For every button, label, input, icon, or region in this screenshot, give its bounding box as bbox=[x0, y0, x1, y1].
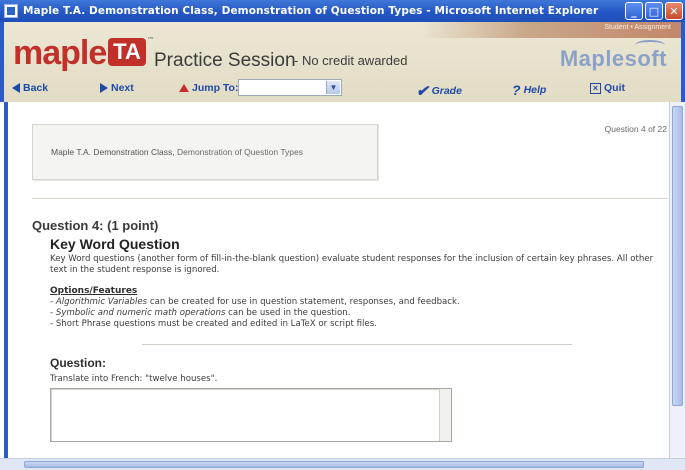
jump-to-select[interactable]: ▼ bbox=[238, 79, 342, 96]
option-text: can be used in the question. bbox=[225, 308, 351, 318]
back-button[interactable]: Back bbox=[12, 82, 48, 94]
question-counter: Question 4 of 22 bbox=[604, 124, 667, 134]
question-description: Key Word questions (another form of fill… bbox=[50, 254, 654, 275]
maple-ta-header: Student • Assignment maple TA ™ Practice… bbox=[0, 22, 685, 102]
back-arrow-icon bbox=[12, 83, 20, 93]
option-text: Short Phrase questions must be created a… bbox=[55, 319, 377, 329]
internet-explorer-icon bbox=[4, 4, 18, 18]
maplesoft-logo: Maplesoft bbox=[559, 40, 667, 71]
assignment-name: Demonstration of Question Types bbox=[177, 147, 303, 157]
banner-text: Maple T.A. Demonstration Class, Demonstr… bbox=[51, 147, 303, 157]
ta-logo-badge: TA bbox=[108, 38, 146, 66]
next-arrow-icon bbox=[100, 83, 108, 93]
divider bbox=[142, 344, 572, 345]
jump-to-label: Jump To: bbox=[179, 82, 238, 94]
session-title: Practice Session bbox=[154, 50, 296, 71]
close-box-icon: × bbox=[590, 82, 601, 94]
jump-arrow-icon bbox=[179, 84, 189, 92]
option-emphasis: Symbolic and numeric math operations bbox=[55, 308, 226, 318]
session-subtitle: - No credit awarded bbox=[294, 53, 408, 68]
grade-label: Grade bbox=[431, 85, 462, 97]
list-item: - Short Phrase questions must be created… bbox=[50, 319, 377, 329]
stripe-text: Student • Assignment bbox=[604, 24, 671, 31]
next-label: Next bbox=[111, 82, 134, 94]
next-button[interactable]: Next bbox=[100, 82, 134, 94]
checkmark-icon: ✔ bbox=[416, 83, 429, 100]
chevron-down-icon[interactable]: ▼ bbox=[326, 81, 340, 94]
answer-textarea[interactable] bbox=[50, 388, 452, 442]
question-heading: Question 4: (1 point) bbox=[32, 218, 159, 233]
window-title-bar[interactable]: Maple T.A. Demonstration Class, Demonstr… bbox=[0, 0, 685, 22]
options-list: - Algorithmic Variables can be created f… bbox=[50, 297, 460, 330]
jump-to-text: Jump To: bbox=[192, 82, 239, 94]
list-item: - Algorithmic Variables can be created f… bbox=[50, 297, 460, 307]
question-label: Question: bbox=[50, 356, 106, 370]
question-prompt: Translate into French: "twelve houses". bbox=[50, 374, 218, 384]
help-button[interactable]: ? Help bbox=[512, 82, 546, 98]
list-item: - Symbolic and numeric math operations c… bbox=[50, 308, 351, 318]
window-title: Maple T.A. Demonstration Class, Demonstr… bbox=[23, 5, 599, 17]
grade-button[interactable]: ✔ Grade bbox=[416, 82, 462, 100]
options-features-title: Options/Features bbox=[50, 286, 138, 296]
quit-label: Quit bbox=[604, 82, 625, 94]
class-banner: Maple T.A. Demonstration Class, Demonstr… bbox=[32, 124, 378, 180]
class-name: Maple T.A. Demonstration Class, bbox=[51, 147, 175, 157]
close-button[interactable]: ✕ bbox=[665, 2, 683, 20]
textarea-scrollbar[interactable] bbox=[439, 389, 451, 441]
page-content: Maple T.A. Demonstration Class, Demonstr… bbox=[4, 102, 669, 458]
help-label: Help bbox=[523, 84, 547, 96]
quit-button[interactable]: × Quit bbox=[590, 82, 625, 94]
horizontal-scroll-thumb[interactable] bbox=[24, 461, 644, 468]
option-text: can be created for use in question state… bbox=[147, 297, 460, 307]
divider bbox=[32, 198, 668, 199]
trademark-symbol: ™ bbox=[147, 36, 154, 44]
horizontal-scrollbar[interactable] bbox=[0, 458, 685, 470]
vertical-scroll-thumb[interactable] bbox=[672, 106, 683, 406]
maple-logo-text: maple bbox=[13, 34, 107, 72]
vertical-scrollbar[interactable] bbox=[669, 102, 685, 458]
maximize-button[interactable]: □ bbox=[645, 2, 663, 20]
minimize-button[interactable]: _ bbox=[625, 2, 643, 20]
question-type-title: Key Word Question bbox=[50, 236, 180, 252]
header-stripe: Student • Assignment bbox=[421, 22, 681, 38]
navigation-toolbar: Back Next Jump To: ▼ ✔ Grade ? Help × Qu… bbox=[4, 78, 681, 100]
help-icon: ? bbox=[512, 82, 521, 98]
option-emphasis: Algorithmic Variables bbox=[55, 297, 148, 307]
back-label: Back bbox=[23, 82, 49, 94]
window-controls: _ □ ✕ bbox=[625, 2, 683, 20]
